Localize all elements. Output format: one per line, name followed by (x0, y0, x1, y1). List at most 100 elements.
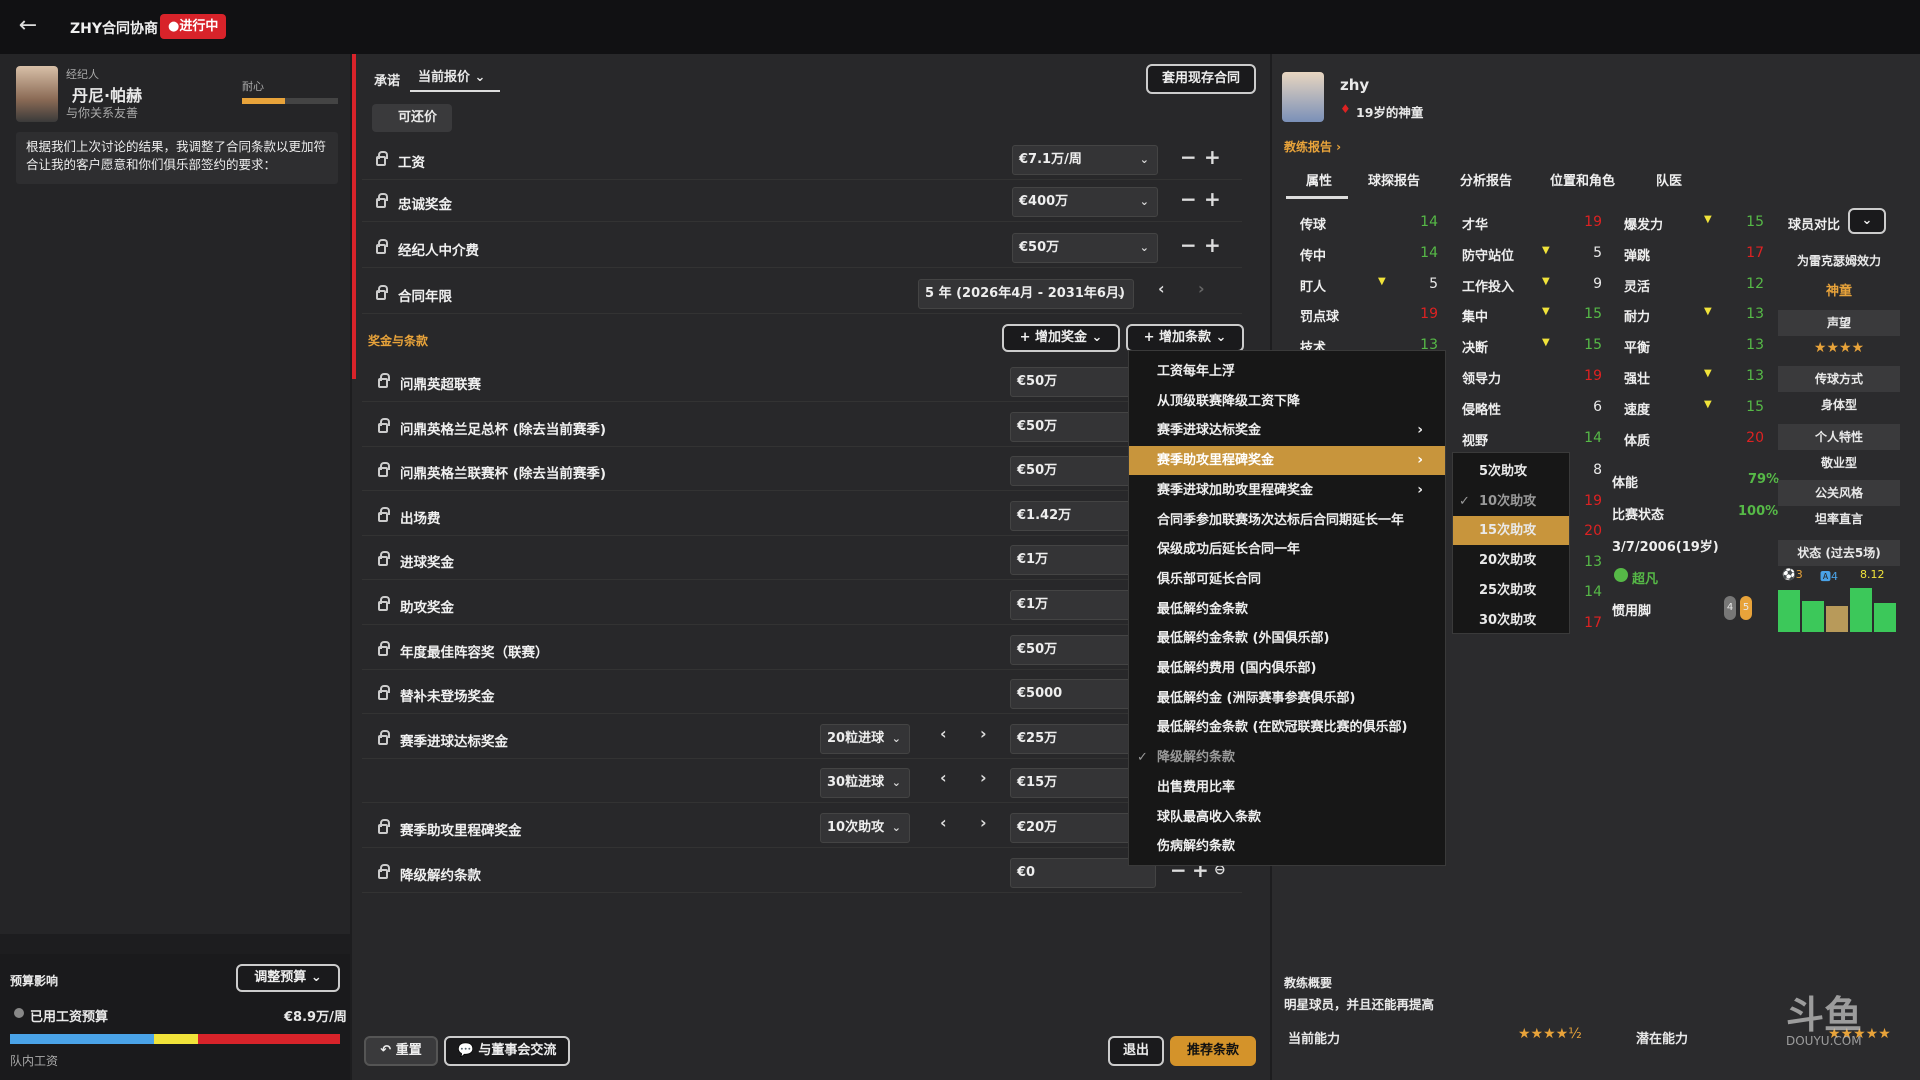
menu-item[interactable]: 球队最高收入条款 (1129, 803, 1445, 832)
next-button[interactable]: › (980, 813, 987, 832)
player-name[interactable]: zhy (1340, 76, 1369, 94)
recent-form-chart (1778, 580, 1900, 632)
next-button[interactable]: › (1198, 279, 1205, 298)
potential-label: 潜在能力 (1636, 1032, 1689, 1047)
menu-item[interactable]: 伤病解约条款 (1129, 832, 1445, 861)
compare-dropdown[interactable]: ⌄ (1848, 208, 1886, 234)
coach-report-link[interactable]: 教练报告 › (1284, 138, 1341, 155)
agent-name[interactable]: 丹尼·帕赫 (72, 82, 142, 106)
menu-item[interactable]: 降级解约条款 ✓ (1129, 743, 1445, 772)
attr-value: 13 (1746, 306, 1764, 323)
submenu-item[interactable]: 20次助攻 (1453, 546, 1569, 575)
trend-up-icon: ▼ (1704, 368, 1712, 379)
chevron-down-icon: ⌄ (1139, 195, 1149, 208)
menu-item[interactable]: 俱乐部可延长合同 (1129, 565, 1445, 594)
plus-button[interactable]: + (1204, 187, 1221, 211)
prev-button[interactable]: ‹ (1158, 279, 1165, 298)
attr-value: 15 (1746, 214, 1764, 230)
budget-title: 预算影响 (10, 974, 59, 988)
menu-item[interactable]: 最低解约金条款 (1129, 595, 1445, 624)
add-clause-button[interactable]: + 增加条款 ⌄ (1126, 324, 1244, 352)
attr-label: 决断 (1462, 341, 1489, 357)
bonus-label: 年度最佳阵容奖（联赛） (400, 644, 549, 661)
trait-label: 个人特性 (1778, 424, 1900, 450)
contract-value-dropdown[interactable]: €50万 ⌄ (1012, 233, 1158, 263)
form-bar (1850, 587, 1872, 632)
lock-icon (376, 193, 388, 208)
minus-button[interactable]: − (1180, 145, 1197, 169)
lock-icon (378, 373, 390, 388)
apply-contract-button[interactable]: 套用现存合同 (1146, 64, 1256, 94)
submenu-item[interactable]: 30次助攻 (1453, 606, 1569, 635)
submenu-item[interactable]: 25次助攻 (1453, 576, 1569, 605)
prev-button[interactable]: ‹ (940, 724, 947, 743)
submenu-item[interactable]: 15次助攻 (1453, 516, 1569, 546)
effort-label: 为雷克瑟姆效力 (1796, 254, 1881, 268)
attr-value: 13 (1584, 553, 1602, 570)
bonus-row: 赛季进球达标奖金 20粒进球 ⌄ ‹ › €25万 (362, 719, 1242, 759)
contract-value-dropdown[interactable]: €400万 ⌄ (1012, 187, 1158, 217)
reset-button[interactable]: ↶ 重置 (364, 1036, 438, 1066)
plus-button[interactable]: + (1204, 145, 1221, 169)
attr-value: 20 (1746, 429, 1764, 446)
menu-item[interactable]: 最低解约金条款 (在欧冠联赛比赛的俱乐部) (1129, 713, 1445, 742)
trait-value: 敬业型 (1820, 456, 1857, 470)
back-arrow-icon[interactable]: ← (12, 12, 44, 40)
ability-icon (1614, 568, 1628, 582)
menu-item[interactable]: 赛季进球加助攻里程碑奖金 › (1129, 476, 1445, 505)
next-button[interactable]: › (980, 768, 987, 787)
bonus-row: 30粒进球 ⌄ ‹ › €15万 (362, 763, 1242, 804)
tab-4[interactable]: 队医 (1656, 170, 1682, 189)
menu-item[interactable]: 赛季助攻里程碑奖金 › (1129, 446, 1445, 476)
add-bonus-button[interactable]: + 增加奖金 ⌄ (1002, 324, 1120, 352)
prev-button[interactable]: ‹ (940, 768, 947, 787)
accent-bar (352, 54, 356, 379)
form-bar (1874, 603, 1896, 632)
bonus-target-dropdown[interactable]: 10次助攻 ⌄ (820, 813, 910, 843)
board-button[interactable]: 💬 与董事会交流 (444, 1036, 570, 1066)
submenu-item[interactable]: 10次助攻 ✓ (1453, 487, 1569, 516)
menu-item[interactable]: 合同季参加联赛场次达标后合同期延长一年 (1129, 506, 1445, 535)
plus-button[interactable]: + (1204, 233, 1221, 257)
tab-0[interactable]: 属性 (1306, 170, 1332, 189)
style-value: 身体型 (1820, 398, 1857, 412)
adjust-budget-button[interactable]: 调整预算 ⌄ (236, 964, 340, 992)
bonus-row: 年度最佳阵容奖（联赛） €50万 (362, 630, 1242, 670)
menu-item[interactable]: 最低解约金 (洲际赛事参赛俱乐部) (1129, 684, 1445, 713)
lock-icon (378, 640, 390, 656)
menu-item[interactable]: 最低解约费用 (国内俱乐部) (1129, 654, 1445, 683)
offer-dropdown[interactable]: 当前报价 ⌄ (410, 66, 500, 92)
trend-up-icon: ▼ (1542, 275, 1550, 287)
contract-value-dropdown[interactable]: 5 年 (2026年4月 - 2031年6月) ⌄ (918, 279, 1134, 309)
menu-item[interactable]: 工资每年上浮 (1129, 357, 1445, 386)
tab-1[interactable]: 球探报告 (1368, 170, 1420, 189)
bonus-row: 替补未登场奖金 €5000 (362, 674, 1242, 715)
contract-value-dropdown[interactable]: €7.1万/周 ⌄ (1012, 145, 1158, 175)
minus-button[interactable]: − (1180, 233, 1197, 257)
attr-value: 17 (1746, 244, 1764, 261)
prev-button[interactable]: ‹ (940, 813, 947, 832)
bonus-target-dropdown[interactable]: 20粒进球 ⌄ (820, 723, 910, 754)
bonus-row: 降级解约条款 €0− + ⊖ (362, 853, 1242, 893)
bonus-target-dropdown[interactable]: 30粒进球 ⌄ (820, 768, 910, 799)
contract-row: 工资 €7.1万/周 ⌄ − + (362, 140, 1242, 180)
attr-value: 20 (1584, 523, 1602, 540)
minus-button[interactable]: − (1180, 187, 1197, 211)
contract-row: 经纪人中介费 €50万 ⌄ − + (362, 228, 1242, 268)
next-button[interactable]: › (980, 724, 987, 743)
menu-item[interactable]: 保级成功后延长合同一年 (1129, 535, 1445, 564)
menu-item[interactable]: 赛季进球达标奖金 › (1129, 416, 1445, 445)
menu-item[interactable]: 出售费用比率 (1129, 773, 1445, 802)
promise-label[interactable]: 承诺 (374, 70, 400, 89)
reputation-label: 声望 (1778, 310, 1900, 336)
menu-item[interactable]: 从顶级联赛降级工资下降 (1129, 387, 1445, 416)
tab-3[interactable]: 位置和角色 (1550, 170, 1615, 189)
info-icon[interactable] (14, 1008, 24, 1018)
stamina-label: 体能 (1612, 476, 1639, 491)
chevron-right-icon: › (1417, 481, 1423, 498)
tab-2[interactable]: 分析报告 (1460, 170, 1512, 189)
menu-item[interactable]: 最低解约金条款 (外国俱乐部) (1129, 624, 1445, 653)
recommend-button[interactable]: 推荐条款 (1170, 1036, 1256, 1066)
exit-button[interactable]: 退出 (1108, 1036, 1164, 1066)
submenu-item[interactable]: 5次助攻 (1453, 457, 1569, 486)
